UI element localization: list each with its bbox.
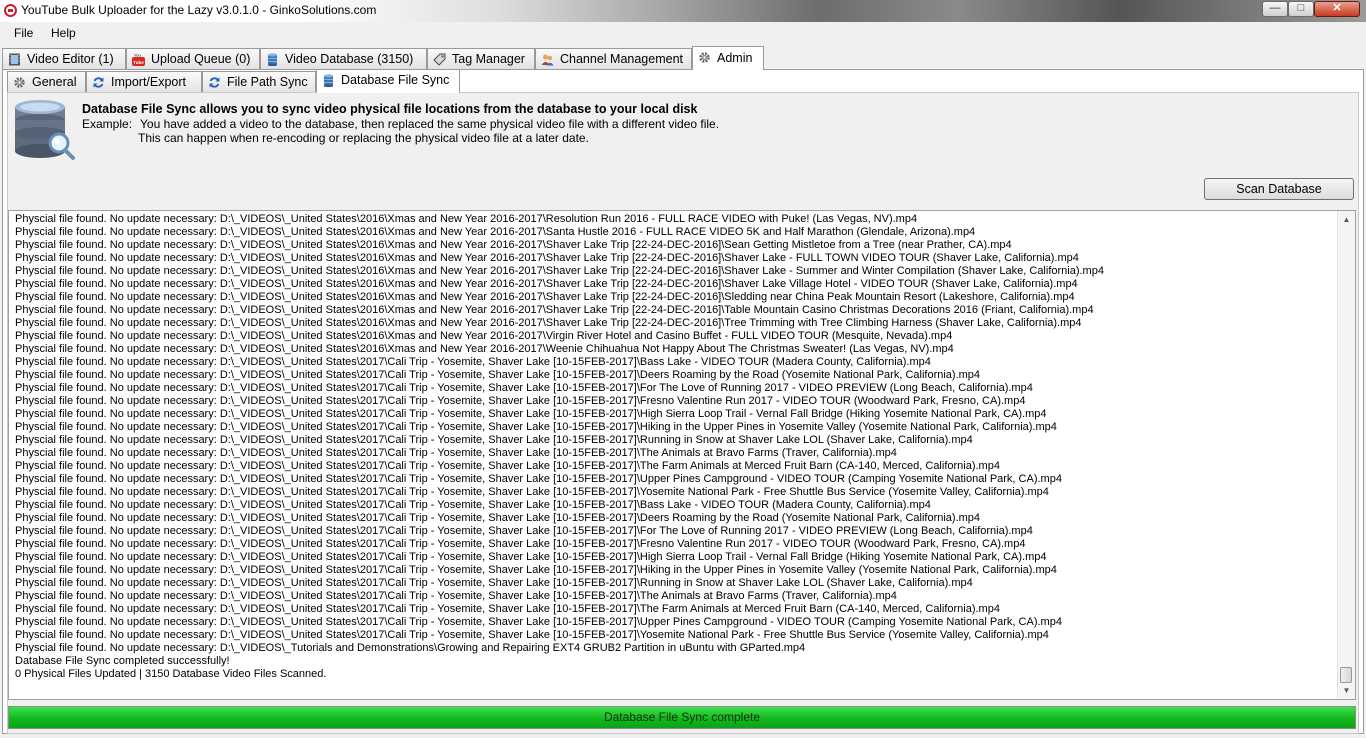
tab-label: Video Database (3150) bbox=[285, 52, 414, 66]
svg-text:You: You bbox=[134, 53, 141, 58]
database-search-icon bbox=[15, 100, 75, 160]
log-line: Physcial file found. No update necessary… bbox=[15, 564, 1057, 576]
admin-sub-tab-strip: General Import/Export File Path Sync Dat… bbox=[4, 69, 804, 93]
log-line: Physcial file found. No update necessary… bbox=[15, 421, 1057, 433]
gear-icon bbox=[699, 52, 710, 63]
log-line: Physcial file found. No update necessary… bbox=[15, 343, 954, 355]
log-line: Physcial file found. No update necessary… bbox=[15, 226, 976, 238]
tab-upload-queue[interactable]: You Tube Upload Queue (0) bbox=[126, 48, 260, 69]
status-text: Database File Sync complete bbox=[603, 710, 761, 724]
tab-label: Tag Manager bbox=[452, 52, 525, 66]
log-lines: Physcial file found. No update necessary… bbox=[15, 213, 1335, 681]
log-line: Physcial file found. No update necessary… bbox=[15, 239, 1012, 251]
gear-icon bbox=[14, 77, 25, 88]
scroll-up-arrow-icon[interactable]: ▲ bbox=[1338, 211, 1355, 228]
log-line: Physcial file found. No update necessary… bbox=[15, 356, 931, 368]
tab-video-database[interactable]: Video Database (3150) bbox=[260, 48, 427, 69]
refresh-icon bbox=[209, 77, 220, 88]
log-output-textbox[interactable]: Physcial file found. No update necessary… bbox=[8, 210, 1356, 700]
minimize-button[interactable]: — bbox=[1262, 1, 1288, 17]
log-line: Physcial file found. No update necessary… bbox=[15, 577, 973, 589]
log-line: Physcial file found. No update necessary… bbox=[15, 265, 1104, 277]
log-line: Physcial file found. No update necessary… bbox=[15, 278, 1078, 290]
menu-file[interactable]: File bbox=[14, 26, 33, 40]
subtab-file-path-sync[interactable]: File Path Sync bbox=[202, 71, 316, 92]
film-icon bbox=[9, 53, 20, 66]
title-bar: YouTube Bulk Uploader for the Lazy v3.0.… bbox=[0, 0, 1366, 22]
database-icon bbox=[268, 53, 277, 66]
log-line: Physcial file found. No update necessary… bbox=[15, 629, 1049, 641]
close-icon: ✕ bbox=[1332, 2, 1342, 14]
example-line-1: You have added a video to the database, … bbox=[140, 117, 720, 131]
log-line: Physcial file found. No update necessary… bbox=[15, 408, 1047, 420]
subtab-database-file-sync[interactable]: Database File Sync bbox=[316, 69, 460, 93]
log-line: 0 Physical Files Updated | 3150 Database… bbox=[15, 668, 327, 680]
log-line: Physcial file found. No update necessary… bbox=[15, 551, 1047, 563]
log-line: Physcial file found. No update necessary… bbox=[15, 291, 1075, 303]
subtab-general[interactable]: General bbox=[7, 71, 86, 92]
log-line: Physcial file found. No update necessary… bbox=[15, 382, 1033, 394]
log-line: Physcial file found. No update necessary… bbox=[15, 447, 897, 459]
example-label: Example: bbox=[82, 117, 133, 131]
log-line: Physcial file found. No update necessary… bbox=[15, 304, 1094, 316]
log-line: Physcial file found. No update necessary… bbox=[15, 512, 981, 524]
scroll-thumb[interactable] bbox=[1340, 667, 1352, 683]
scan-database-button[interactable]: Scan Database bbox=[1204, 178, 1354, 200]
menu-bar: File Help bbox=[0, 23, 1366, 44]
log-scrollbar[interactable]: ▲ ▼ bbox=[1337, 211, 1355, 699]
log-line: Physcial file found. No update necessary… bbox=[15, 499, 931, 511]
tab-label: Video Editor (1) bbox=[27, 52, 114, 66]
log-line: Physcial file found. No update necessary… bbox=[15, 603, 1000, 615]
log-line: Physcial file found. No update necessary… bbox=[15, 486, 1049, 498]
log-line: Database File Sync completed successfull… bbox=[15, 655, 230, 667]
subtab-label: Import/Export bbox=[111, 75, 187, 89]
log-line: Physcial file found. No update necessary… bbox=[15, 317, 1082, 329]
log-line: Physcial file found. No update necessary… bbox=[15, 525, 1033, 537]
users-icon bbox=[541, 54, 554, 66]
log-line: Physcial file found. No update necessary… bbox=[15, 330, 953, 342]
tab-label: Channel Management bbox=[560, 52, 683, 66]
tab-video-editor[interactable]: Video Editor (1) bbox=[2, 48, 126, 69]
log-line: Physcial file found. No update necessary… bbox=[15, 213, 918, 225]
database-icon bbox=[324, 74, 333, 87]
tab-tag-manager[interactable]: Tag Manager bbox=[427, 48, 535, 69]
log-line: Physcial file found. No update necessary… bbox=[15, 473, 1062, 485]
close-button[interactable]: ✕ bbox=[1314, 1, 1360, 17]
example-line-2: This can happen when re-encoding or repl… bbox=[138, 131, 589, 145]
status-progress-bar: Database File Sync complete bbox=[8, 706, 1356, 729]
log-line: Physcial file found. No update necessary… bbox=[15, 642, 806, 654]
page-heading: Database File Sync allows you to sync vi… bbox=[82, 102, 698, 116]
subtab-label: General bbox=[32, 75, 77, 89]
youtube-icon: You Tube bbox=[132, 53, 145, 66]
subtab-label: Database File Sync bbox=[341, 73, 450, 87]
refresh-icon bbox=[93, 77, 104, 88]
log-line: Physcial file found. No update necessary… bbox=[15, 252, 1079, 264]
tag-icon bbox=[433, 53, 446, 66]
log-line: Physcial file found. No update necessary… bbox=[15, 460, 1000, 472]
tab-channel-management[interactable]: Channel Management bbox=[535, 48, 692, 69]
log-line: Physcial file found. No update necessary… bbox=[15, 395, 1026, 407]
svg-text:Tube: Tube bbox=[133, 60, 144, 65]
log-line: Physcial file found. No update necessary… bbox=[15, 369, 981, 381]
tab-label: Upload Queue (0) bbox=[151, 52, 251, 66]
menu-help[interactable]: Help bbox=[51, 26, 76, 40]
scroll-down-arrow-icon[interactable]: ▼ bbox=[1338, 682, 1355, 699]
tab-admin[interactable]: Admin bbox=[692, 46, 764, 70]
app-icon bbox=[4, 4, 17, 17]
subtab-label: File Path Sync bbox=[227, 75, 308, 89]
log-line: Physcial file found. No update necessary… bbox=[15, 538, 1026, 550]
log-line: Physcial file found. No update necessary… bbox=[15, 434, 973, 446]
maximize-button[interactable]: □ bbox=[1288, 1, 1314, 17]
log-line: Physcial file found. No update necessary… bbox=[15, 590, 897, 602]
subtab-import-export[interactable]: Import/Export bbox=[86, 71, 202, 92]
log-line: Physcial file found. No update necessary… bbox=[15, 616, 1062, 628]
maximize-icon: □ bbox=[1297, 2, 1305, 14]
tab-label: Admin bbox=[717, 51, 753, 65]
window-title: YouTube Bulk Uploader for the Lazy v3.0.… bbox=[21, 3, 377, 17]
minimize-icon: — bbox=[1269, 2, 1281, 14]
main-tab-strip: Video Editor (1) You Tube Upload Queue (0… bbox=[0, 46, 1366, 70]
